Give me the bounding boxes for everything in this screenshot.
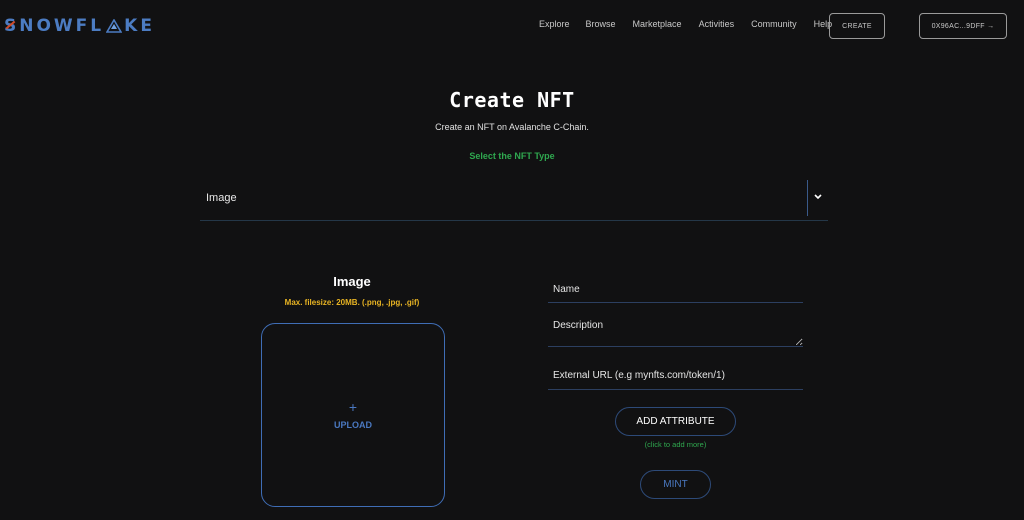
nft-type-select[interactable]: Image (200, 180, 828, 221)
nav-activities[interactable]: Activities (699, 19, 735, 29)
image-heading: Image (333, 274, 371, 289)
upload-dropzone[interactable]: + UPLOAD (261, 323, 445, 507)
nav-explore[interactable]: Explore (539, 19, 570, 29)
name-input[interactable] (548, 276, 803, 303)
wallet-button[interactable]: 0X96AC...9DFF → (919, 13, 1007, 39)
snowflake-triangle-icon (106, 19, 123, 33)
chevron-down-icon[interactable] (814, 192, 822, 202)
logo-text-part2: KE (124, 16, 155, 36)
filesize-hint: Max. filesize: 20MB. (.png, .jpg, .gif) (284, 298, 420, 307)
navbar: SNOWFL KE Explore Browse Marketplace Act… (0, 0, 1024, 52)
add-attribute-hint: (click to add more) (644, 440, 707, 449)
nft-type-label: Select the NFT Type (469, 151, 555, 161)
nav-browse[interactable]: Browse (586, 19, 616, 29)
external-url-input[interactable] (548, 362, 803, 390)
description-textarea[interactable] (548, 314, 803, 347)
page-subtitle: Create an NFT on Avalanche C-Chain. (435, 122, 589, 132)
nav-marketplace[interactable]: Marketplace (633, 19, 682, 29)
create-button[interactable]: CREATE (829, 13, 885, 39)
nav-links: Explore Browse Marketplace Activities Co… (539, 19, 849, 29)
logo[interactable]: SNOWFL KE (4, 16, 155, 36)
select-divider (807, 180, 808, 216)
add-attribute-button[interactable]: ADD ATTRIBUTE (615, 407, 736, 436)
nav-community[interactable]: Community (751, 19, 797, 29)
logo-s: S (4, 16, 20, 36)
upload-label: UPLOAD (334, 420, 372, 430)
logo-text-part1: NOWFL (19, 16, 105, 36)
nft-type-selected-value: Image (206, 192, 237, 204)
mint-button[interactable]: MINT (640, 470, 711, 499)
page-title: Create NFT (449, 88, 575, 112)
plus-icon: + (348, 399, 358, 415)
